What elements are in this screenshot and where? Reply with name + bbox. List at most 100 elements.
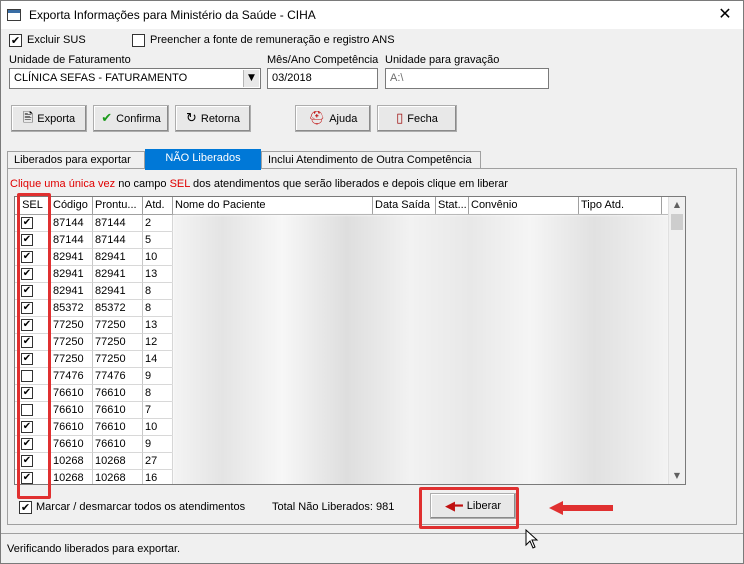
preencher-checkbox[interactable] [132, 34, 145, 47]
col-convenio[interactable]: Convênio [469, 197, 579, 215]
cell-atd: 2 [143, 215, 173, 232]
cell-atd: 10 [143, 419, 173, 436]
cell-prontuario: 76610 [93, 385, 143, 402]
cell-atd: 14 [143, 351, 173, 368]
cell-prontuario: 10268 [93, 453, 143, 470]
scrollbar-thumb[interactable] [671, 214, 683, 230]
unidade-gravacao-input[interactable]: A:\ [385, 68, 549, 89]
total-nao-liberados: Total Não Liberados: 981 [272, 501, 395, 513]
cell-prontuario: 77250 [93, 317, 143, 334]
cell-codigo: 82941 [51, 266, 93, 283]
sel-column-highlight [17, 193, 51, 499]
title-bar: Exporta Informações para Ministério da S… [1, 1, 743, 29]
cell-atd: 8 [143, 300, 173, 317]
cell-codigo: 77476 [51, 368, 93, 385]
tab-panel: Clique uma única vez no campo SEL dos at… [7, 168, 737, 525]
cell-codigo: 76610 [51, 436, 93, 453]
excluir-sus-label: Excluir SUS [27, 34, 86, 46]
fecha-button[interactable]: ▯ Fecha [377, 105, 457, 132]
cell-codigo: 76610 [51, 385, 93, 402]
tab-liberados[interactable]: Liberados para exportar [7, 151, 145, 169]
cell-codigo: 76610 [51, 402, 93, 419]
cell-prontuario: 76610 [93, 436, 143, 453]
col-status[interactable]: Stat... [436, 197, 469, 215]
cell-codigo: 77250 [51, 334, 93, 351]
app-window-icon [7, 9, 21, 21]
cell-codigo: 77250 [51, 317, 93, 334]
unidade-faturamento-select[interactable]: CLÍNICA SEFAS - FATURAMENTO ▼ [9, 68, 261, 89]
exporta-button[interactable]: 🖹 Exporta [11, 105, 87, 132]
cell-prontuario: 87144 [93, 232, 143, 249]
cell-atd: 10 [143, 249, 173, 266]
mes-ano-input[interactable]: 03/2018 [267, 68, 378, 89]
cell-codigo: 10268 [51, 453, 93, 470]
col-nome-paciente[interactable]: Nome do Paciente [173, 197, 373, 215]
main-window: Exporta Informações para Ministério da S… [0, 0, 744, 564]
cell-atd: 13 [143, 266, 173, 283]
cell-codigo: 82941 [51, 283, 93, 300]
window-title: Exporta Informações para Ministério da S… [29, 8, 316, 22]
confirma-button[interactable]: ✔ Confirma [93, 105, 169, 132]
col-atd[interactable]: Atd. [143, 197, 173, 215]
cell-prontuario: 77476 [93, 368, 143, 385]
cell-codigo: 87144 [51, 215, 93, 232]
patient-data-blurred [173, 215, 669, 484]
mouse-cursor-icon [525, 529, 539, 549]
col-codigo[interactable]: Código [51, 197, 93, 215]
cell-atd: 12 [143, 334, 173, 351]
marcar-todos-label: Marcar / desmarcar todos os atendimentos [36, 501, 246, 513]
col-data-saida[interactable]: Data Saída [373, 197, 436, 215]
cell-codigo: 85372 [51, 300, 93, 317]
scroll-down-icon[interactable]: ▼ [669, 468, 685, 484]
retorna-button[interactable]: ↻ Retorna [175, 105, 251, 132]
cell-prontuario: 85372 [93, 300, 143, 317]
col-prontuario[interactable]: Prontu... [93, 197, 143, 215]
unidade-faturamento-label: Unidade de Faturamento [9, 54, 131, 66]
tab-nao-liberados[interactable]: NÃO Liberados [145, 149, 261, 170]
cell-atd: 5 [143, 232, 173, 249]
pointer-arrow-icon [549, 501, 613, 515]
cell-codigo: 87144 [51, 232, 93, 249]
cell-prontuario: 82941 [93, 283, 143, 300]
cell-prontuario: 82941 [93, 266, 143, 283]
cell-prontuario: 77250 [93, 334, 143, 351]
scroll-up-icon[interactable]: ▲ [669, 197, 685, 213]
cell-prontuario: 77250 [93, 351, 143, 368]
cell-prontuario: 87144 [93, 215, 143, 232]
unidade-gravacao-label: Unidade para gravação [385, 54, 500, 66]
ajuda-button[interactable]: ⛑ Ajuda [295, 105, 371, 132]
cell-atd: 8 [143, 385, 173, 402]
cell-atd: 9 [143, 436, 173, 453]
marcar-todos-checkbox[interactable]: ✔ [19, 501, 32, 514]
tab-outra-competencia[interactable]: Inclui Atendimento de Outra Competência [261, 151, 481, 169]
cell-atd: 27 [143, 453, 173, 470]
chevron-down-icon[interactable]: ▼ [243, 70, 259, 87]
refresh-icon: ↻ [185, 111, 197, 126]
mes-ano-label: Mês/Ano Competência [267, 54, 379, 66]
close-icon[interactable]: ✕ [715, 5, 735, 25]
grid-header: SEL Código Prontu... Atd. Nome do Pacien… [15, 197, 669, 215]
export-icon: 🖹 [22, 111, 34, 126]
cell-codigo: 76610 [51, 419, 93, 436]
cell-atd: 8 [143, 283, 173, 300]
preencher-label: Preencher a fonte de remuneração e regis… [150, 34, 395, 46]
excluir-sus-checkbox[interactable]: ✔ [9, 34, 22, 47]
instruction-text: Clique uma única vez no campo SEL dos at… [10, 178, 508, 190]
cell-prontuario: 76610 [93, 419, 143, 436]
cell-atd: 7 [143, 402, 173, 419]
cell-codigo: 77250 [51, 351, 93, 368]
help-icon: ⛑ [308, 111, 326, 126]
status-bar: Verificando liberados para exportar. [1, 533, 743, 563]
vertical-scrollbar[interactable]: ▲ ▼ [668, 197, 685, 484]
cell-prontuario: 76610 [93, 402, 143, 419]
door-icon: ▯ [396, 111, 404, 126]
cell-atd: 13 [143, 317, 173, 334]
cell-atd: 9 [143, 368, 173, 385]
atendimentos-grid[interactable]: SEL Código Prontu... Atd. Nome do Pacien… [14, 196, 686, 485]
check-icon: ✔ [101, 111, 113, 126]
col-tipo-atd[interactable]: Tipo Atd. [579, 197, 662, 215]
cell-codigo: 82941 [51, 249, 93, 266]
cell-atd: 16 [143, 470, 173, 484]
liberar-highlight [419, 487, 519, 529]
cell-prontuario: 82941 [93, 249, 143, 266]
